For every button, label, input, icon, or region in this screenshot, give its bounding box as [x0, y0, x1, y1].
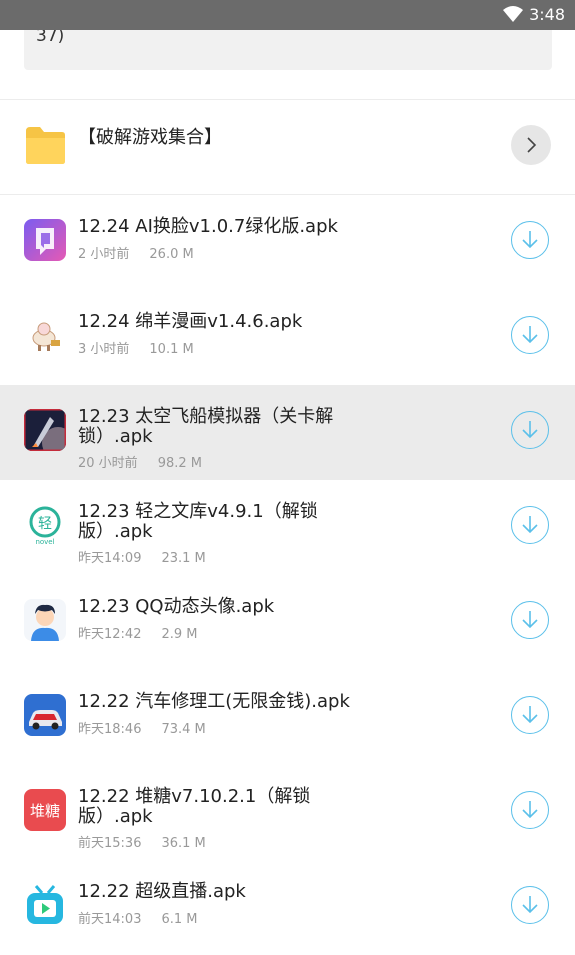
download-button[interactable]: [511, 411, 549, 449]
car-icon: [24, 694, 66, 736]
file-name: 12.23 太空飞船模拟器（关卡解锁）.apk: [78, 406, 334, 447]
svg-text:novel: novel: [35, 538, 54, 546]
file-size: 26.0 M: [149, 247, 194, 262]
file-meta: 昨天18:46 73.4 M: [78, 718, 206, 737]
download-arrow-icon: [522, 611, 538, 629]
folder-name: 【破解游戏集合】: [78, 127, 222, 148]
file-time: 昨天12:42: [78, 627, 142, 642]
download-button[interactable]: [511, 506, 549, 544]
file-row[interactable]: 堆糖 12.22 堆糖v7.10.2.1（解锁版）.apk 前天15:36 36.1 …: [0, 765, 575, 860]
file-time: 昨天14:09: [78, 551, 142, 566]
file-name: 12.22 汽车修理工(无限金钱).apk: [78, 691, 350, 712]
file-meta: 前天15:36 36.1 M: [78, 832, 206, 851]
icon-label: 堆糖: [29, 802, 60, 820]
spaceship-icon: [24, 409, 66, 451]
download-arrow-icon: [522, 516, 538, 534]
file-name: 12.24 AI换脸v1.0.7绿化版.apk: [78, 216, 338, 237]
file-meta: 2 小时前 26.0 M: [78, 243, 194, 262]
file-meta: 昨天14:09 23.1 M: [78, 547, 206, 566]
file-row[interactable]: 轻 novel 12.23 轻之文库v4.9.1（解锁版）.apk 昨天14:09 23…: [0, 480, 575, 575]
file-name: 12.24 绵羊漫画v1.4.6.apk: [78, 311, 303, 332]
status-bar: 3:48: [0, 0, 575, 30]
download-button[interactable]: [511, 316, 549, 354]
file-meta: 20 小时前 98.2 M: [78, 452, 202, 471]
file-meta: 前天14:03 6.1 M: [78, 908, 198, 927]
file-row[interactable]: 12.23 太空飞船模拟器（关卡解锁）.apk 20 小时前 98.2 M: [0, 385, 575, 480]
file-size: 36.1 M: [161, 836, 206, 851]
file-meta: 昨天12:42 2.9 M: [78, 623, 198, 642]
file-name: 12.23 QQ动态头像.apk: [78, 596, 275, 617]
download-arrow-icon: [522, 706, 538, 724]
avatar-icon: [24, 599, 66, 641]
duitang-icon: 堆糖: [24, 789, 66, 831]
download-arrow-icon: [522, 231, 538, 249]
download-button[interactable]: [511, 886, 549, 924]
file-name: 12.22 超级直播.apk: [78, 881, 246, 902]
file-row[interactable]: 12.24 绵羊漫画v1.4.6.apk 3 小时前 10.1 M: [0, 290, 575, 385]
file-time: 2 小时前: [78, 247, 130, 262]
download-button[interactable]: [511, 696, 549, 734]
sheep-icon: [24, 314, 66, 356]
download-button[interactable]: [511, 791, 549, 829]
face-app-icon: [24, 219, 66, 261]
folder-icon: [26, 127, 65, 164]
file-size: 23.1 M: [161, 551, 206, 566]
file-meta: 3 小时前 10.1 M: [78, 338, 194, 357]
download-button[interactable]: [511, 221, 549, 259]
file-time: 昨天18:46: [78, 722, 142, 737]
novel-icon: 轻 novel: [24, 504, 66, 546]
svg-text:轻: 轻: [38, 516, 52, 532]
file-row[interactable]: 12.22 超级直播.apk 前天14:03 6.1 M: [0, 860, 575, 955]
folder-open-button[interactable]: [511, 125, 551, 165]
wifi-icon: [503, 6, 523, 22]
file-size: 98.2 M: [157, 456, 202, 471]
file-size: 2.9 M: [161, 627, 198, 642]
download-arrow-icon: [522, 896, 538, 914]
file-name: 12.22 堆糖v7.10.2.1（解锁版）.apk: [78, 786, 311, 827]
file-size: 73.4 M: [161, 722, 206, 737]
file-time: 3 小时前: [78, 342, 130, 357]
file-time: 前天15:36: [78, 836, 142, 851]
file-time: 20 小时前: [78, 456, 138, 471]
file-row[interactable]: 12.23 QQ动态头像.apk 昨天12:42 2.9 M: [0, 575, 575, 670]
file-row[interactable]: 12.22 汽车修理工(无限金钱).apk 昨天18:46 73.4 M: [0, 670, 575, 765]
file-row[interactable]: 12.24 AI换脸v1.0.7绿化版.apk 2 小时前 26.0 M: [0, 195, 575, 290]
download-button[interactable]: [511, 601, 549, 639]
download-arrow-icon: [522, 326, 538, 344]
download-arrow-icon: [522, 801, 538, 819]
download-arrow-icon: [522, 421, 538, 439]
chevron-right-icon: [527, 137, 537, 153]
file-name: 12.23 轻之文库v4.9.1（解锁版）.apk: [78, 501, 318, 542]
status-time: 3:48: [529, 5, 565, 24]
file-size: 10.1 M: [149, 342, 194, 357]
